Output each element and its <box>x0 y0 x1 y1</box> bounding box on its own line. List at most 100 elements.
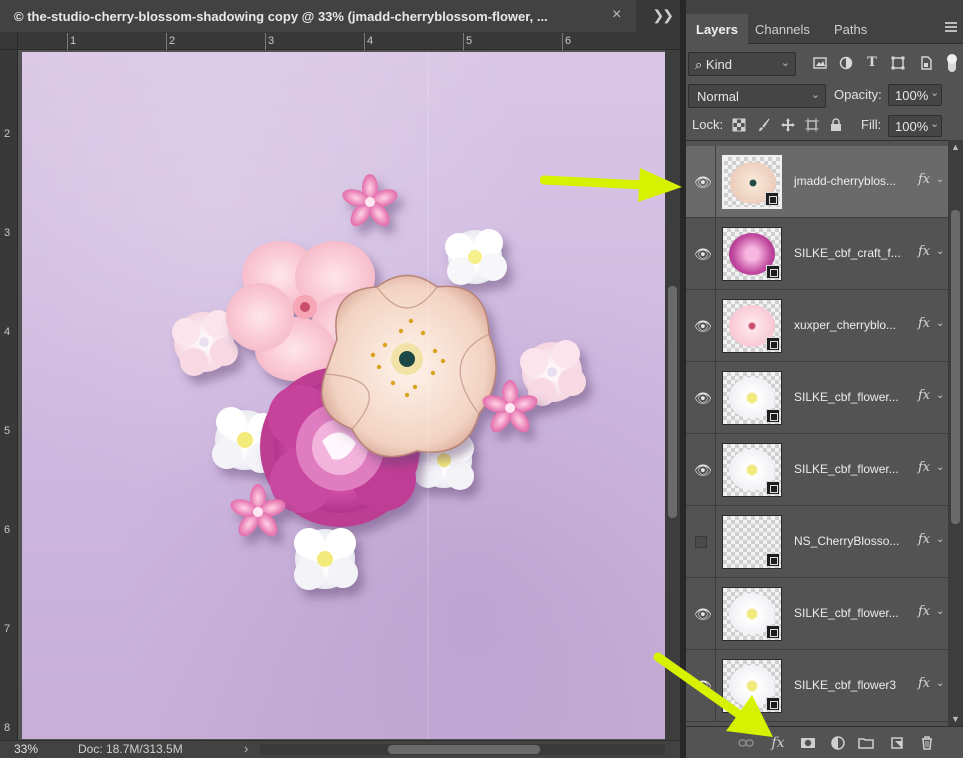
layer-row[interactable]: 👁 SILKE_cbf_craft_f... fx ⌄ <box>686 218 948 290</box>
adjustment-filter-icon[interactable] <box>839 56 853 70</box>
layers-scrollbar[interactable]: ▲ ▼ <box>948 140 963 726</box>
filter-kind-select[interactable]: ⌕ Kind ⌄ <box>688 52 796 76</box>
document-tab[interactable]: © the-studio-cherry-blossom-shadowing co… <box>0 0 636 33</box>
horizontal-ruler[interactable]: 1 2 3 4 5 6 <box>18 33 680 50</box>
eye-icon[interactable]: 👁 <box>694 175 712 189</box>
eye-icon[interactable]: 👁 <box>694 319 712 333</box>
ruler-label: 4 <box>4 326 11 338</box>
eye-icon[interactable]: 👁 <box>694 247 712 261</box>
smart-object-icon <box>766 265 780 279</box>
eye-icon[interactable]: 👁 <box>694 463 712 477</box>
layer-name[interactable]: SILKE_cbf_flower... <box>794 390 899 404</box>
layer-name[interactable]: xuxper_cherryblo... <box>794 318 896 332</box>
layers-list[interactable]: 👁 jmadd-cherryblos... fx ⌄ 👁 SILKE_cbf_c… <box>686 140 948 726</box>
status-menu-arrow[interactable]: › <box>244 741 248 756</box>
scroll-down-icon[interactable]: ▼ <box>951 714 960 724</box>
lock-all-icon[interactable] <box>829 118 843 132</box>
layer-thumbnail[interactable] <box>722 659 782 713</box>
horizontal-scrollbar[interactable] <box>260 744 665 755</box>
shape-filter-icon[interactable] <box>891 56 905 70</box>
layer-row[interactable]: 👁 SILKE_cbf_flower... fx ⌄ <box>686 362 948 434</box>
eye-icon[interactable]: 👁 <box>694 679 712 693</box>
vertical-scrollbar[interactable] <box>665 50 680 740</box>
lock-transparent-icon[interactable] <box>732 118 746 132</box>
link-icon[interactable] <box>738 735 754 751</box>
smart-object-icon <box>766 409 780 423</box>
tab-layers[interactable]: Layers <box>696 22 738 37</box>
layer-effects-icon[interactable]: fx <box>918 604 930 619</box>
layer-effects-icon[interactable]: fx <box>918 532 930 547</box>
layer-thumbnail[interactable] <box>722 155 782 209</box>
layer-row[interactable]: 👁 SILKE_cbf_flower... fx ⌄ <box>686 434 948 506</box>
layer-name[interactable]: NS_CherryBlosso... <box>794 534 899 548</box>
mask-icon[interactable] <box>800 735 816 751</box>
layer-name[interactable]: SILKE_cbf_flower... <box>794 462 899 476</box>
scrollbar-thumb[interactable] <box>951 210 960 524</box>
scrollbar-thumb[interactable] <box>668 286 677 518</box>
lock-pixels-brush-icon[interactable] <box>757 118 771 132</box>
document-canvas[interactable] <box>22 52 665 739</box>
chevron-down-icon[interactable]: ⌄ <box>936 462 944 473</box>
ruler-label: 7 <box>4 623 11 635</box>
opacity-dropdown-icon[interactable]: ⌄ <box>930 86 939 99</box>
layer-name[interactable]: SILKE_cbf_craft_f... <box>794 246 901 260</box>
chevron-down-icon[interactable]: ⌄ <box>936 534 944 545</box>
ruler-origin[interactable] <box>0 33 18 50</box>
scroll-up-icon[interactable]: ▲ <box>951 142 960 152</box>
chevron-down-icon[interactable]: ⌄ <box>936 606 944 617</box>
smart-object-filter-icon[interactable] <box>919 56 933 70</box>
layer-name[interactable]: jmadd-cherryblos... <box>794 174 896 188</box>
eye-icon[interactable]: 👁 <box>694 607 712 621</box>
layer-thumbnail[interactable] <box>722 515 782 569</box>
new-layer-icon[interactable] <box>889 735 905 751</box>
layers-panel-footer: fx <box>686 726 963 758</box>
layer-effects-icon[interactable]: fx <box>918 676 930 691</box>
layer-row[interactable]: 👁 xuxper_cherryblo... fx ⌄ <box>686 290 948 362</box>
layer-thumbnail[interactable] <box>722 299 782 353</box>
ruler-label: 2 <box>4 128 11 140</box>
chevron-down-icon[interactable]: ⌄ <box>936 678 944 689</box>
tab-paths[interactable]: Paths <box>834 22 867 37</box>
eye-icon[interactable]: 👁 <box>694 391 712 405</box>
chevron-down-icon[interactable]: ⌄ <box>936 246 944 257</box>
type-filter-icon[interactable]: T <box>865 56 879 70</box>
filter-toggle-switch[interactable] <box>947 54 957 72</box>
layer-effects-icon[interactable]: fx <box>918 460 930 475</box>
layer-effects-icon[interactable]: fx <box>918 388 930 403</box>
layer-effects-icon[interactable]: fx <box>918 316 930 331</box>
layer-thumbnail[interactable] <box>722 371 782 425</box>
layer-thumbnail[interactable] <box>722 587 782 641</box>
scrollbar-thumb[interactable] <box>388 745 540 754</box>
panel-menu-icon[interactable] <box>945 22 957 32</box>
collapse-panels-icon[interactable]: ❯❯ <box>653 7 675 24</box>
layer-thumbnail[interactable] <box>722 227 782 281</box>
layer-row[interactable]: 👁 jmadd-cherryblos... fx ⌄ <box>686 146 948 218</box>
layer-row[interactable]: 👁 SILKE_cbf_flower... fx ⌄ <box>686 578 948 650</box>
layer-thumbnail[interactable] <box>722 443 782 497</box>
fx-icon[interactable]: fx <box>770 735 786 751</box>
layer-row[interactable]: NS_CherryBlosso... fx ⌄ <box>686 506 948 578</box>
layer-effects-icon[interactable]: fx <box>918 172 930 187</box>
trash-icon[interactable] <box>919 735 935 751</box>
filter-kind-label: Kind <box>705 57 732 72</box>
folder-icon[interactable] <box>858 735 874 751</box>
layer-row[interactable]: 👁 SILKE_cbf_flower3 fx ⌄ <box>686 650 948 722</box>
chevron-down-icon[interactable]: ⌄ <box>936 174 944 185</box>
ruler-tick <box>364 33 365 50</box>
adjustment-icon[interactable] <box>831 735 847 751</box>
layer-effects-icon[interactable]: fx <box>918 244 930 259</box>
lock-position-move-icon[interactable] <box>781 118 795 132</box>
image-filter-icon[interactable] <box>813 56 827 70</box>
chevron-down-icon[interactable]: ⌄ <box>936 318 944 329</box>
blend-mode-select[interactable]: Normal ⌄ <box>688 84 826 108</box>
layer-name[interactable]: SILKE_cbf_flower... <box>794 606 899 620</box>
visibility-off-box[interactable] <box>695 536 707 548</box>
close-tab-button[interactable]: × <box>612 6 621 24</box>
layer-name[interactable]: SILKE_cbf_flower3 <box>794 678 896 692</box>
zoom-level[interactable]: 33% <box>14 742 38 756</box>
tab-channels[interactable]: Channels <box>755 22 810 37</box>
lock-artboard-icon[interactable] <box>805 118 819 132</box>
vertical-ruler[interactable]: 2 3 4 5 6 7 8 <box>0 50 18 740</box>
chevron-down-icon[interactable]: ⌄ <box>936 390 944 401</box>
fill-dropdown-icon[interactable]: ⌄ <box>930 117 939 130</box>
